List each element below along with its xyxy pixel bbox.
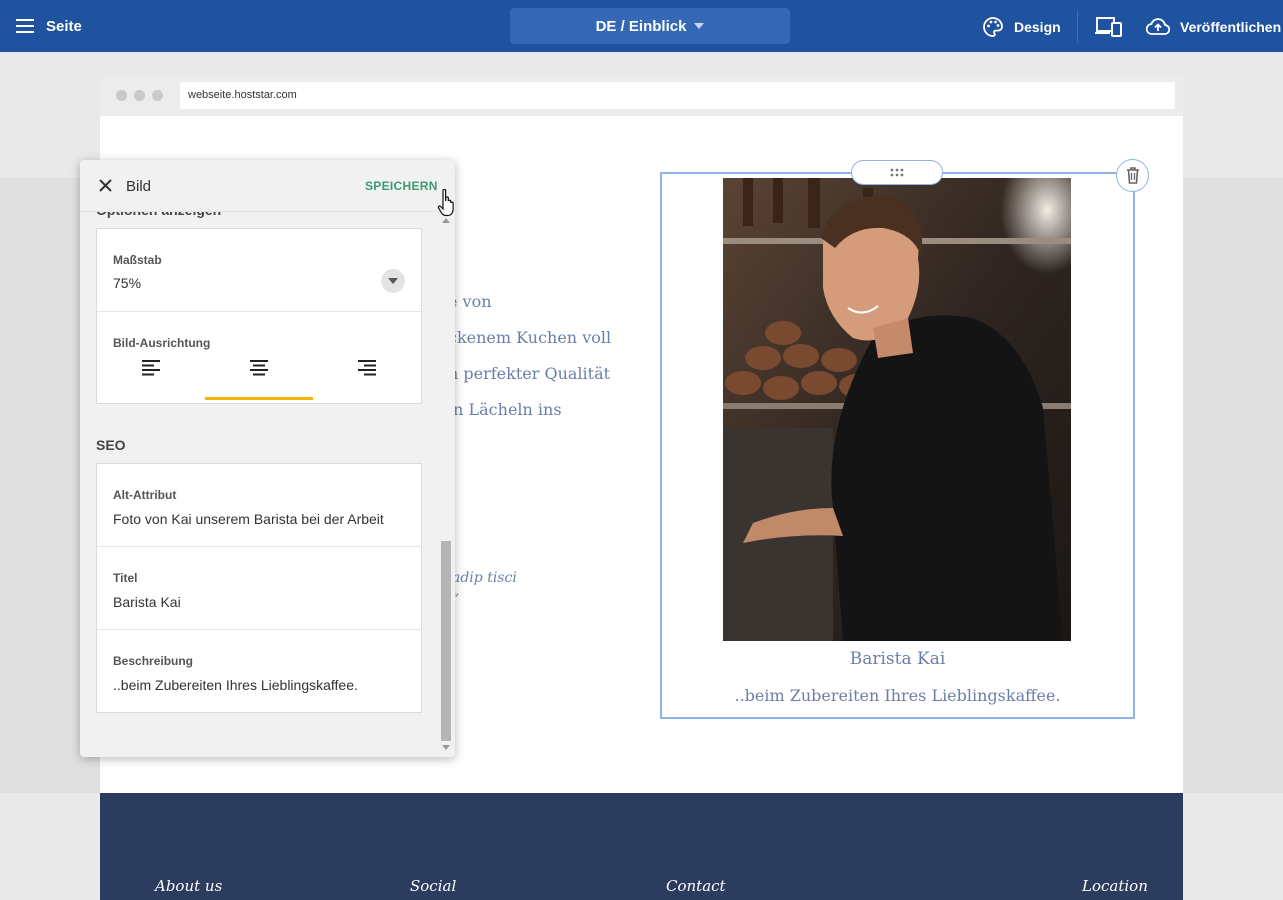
save-button[interactable]: SPEICHERN	[365, 179, 438, 193]
footer-about-heading: About us	[155, 877, 223, 895]
window-dot	[116, 90, 127, 101]
align-right-button[interactable]	[313, 356, 421, 394]
page-select-value: DE / Einblick	[595, 17, 687, 35]
window-dot	[152, 90, 163, 101]
body-text-line: n perfekter Qualität	[448, 364, 611, 383]
window-dot	[134, 90, 145, 101]
design-label: Design	[1014, 19, 1061, 35]
align-left-button[interactable]	[97, 356, 205, 394]
devices-icon	[1095, 17, 1122, 37]
footer-contact-heading: Contact	[666, 877, 726, 895]
device-preview-button[interactable]	[1095, 16, 1123, 38]
scroll-down-arrow[interactable]	[442, 745, 450, 750]
scale-row[interactable]: Maßstab 75%	[97, 229, 421, 312]
footer-social-heading: Social	[410, 877, 457, 895]
publish-label: Veröffentlichen	[1180, 19, 1282, 35]
trash-icon	[1126, 167, 1139, 184]
align-right-icon	[358, 360, 376, 376]
image-caption-title: Barista Kai	[849, 649, 946, 669]
site-footer: About us Social Contact Location	[100, 793, 1183, 900]
block-drag-handle[interactable]	[851, 160, 943, 185]
align-center-button[interactable]	[205, 356, 313, 394]
scroll-up-arrow[interactable]	[442, 218, 450, 223]
publish-button[interactable]: Veröffentlichen	[1146, 14, 1281, 40]
top-toolbar: Seite DE / Einblick Design Veröffentlich…	[0, 0, 1283, 52]
browser-chrome: webseite.hoststar.com	[100, 76, 1183, 116]
body-text-line: ckenem Kuchen voll	[448, 328, 612, 347]
quote-text: adip tisci	[452, 570, 517, 586]
hand-cursor-icon	[437, 188, 454, 217]
toolbar-divider	[1077, 10, 1078, 42]
description-label: Beschreibung	[113, 654, 194, 668]
scale-dropdown-button[interactable]	[381, 269, 405, 293]
alignment-row: Bild-Ausrichtung	[97, 312, 421, 404]
alt-attribute-label: Alt-Attribut	[113, 488, 177, 502]
menu-icon	[16, 19, 34, 33]
align-left-icon	[142, 360, 160, 376]
scale-label: Maßstab	[113, 253, 162, 267]
delete-block-button[interactable]	[1116, 159, 1149, 192]
panel-header: Bild SPEICHERN	[80, 160, 455, 212]
scrollbar-thumb[interactable]	[441, 541, 451, 741]
alt-attribute-value[interactable]: Foto von Kai unserem Barista bei der Arb…	[113, 511, 384, 527]
scale-value: 75%	[113, 275, 142, 291]
seo-card: Alt-Attribut Foto von Kai unserem Barist…	[96, 463, 422, 713]
barista-photo[interactable]	[723, 178, 1071, 641]
body-text-line: in Lächeln ins	[448, 400, 562, 419]
display-options-card: Maßstab 75% Bild-Ausrichtung	[96, 228, 422, 404]
image-settings-panel: Bild SPEICHERN Optionen anzeigen Maßstab…	[80, 160, 455, 757]
url-bar: webseite.hoststar.com	[180, 82, 1175, 109]
description-value[interactable]: ..beim Zubereiten Ihres Lieblingskaffee.	[113, 677, 358, 693]
panel-title: Bild	[126, 178, 152, 195]
footer-location-heading: Location	[1082, 877, 1148, 895]
photo-image	[723, 178, 1071, 641]
close-panel-button[interactable]	[96, 176, 116, 196]
alt-attribute-field[interactable]: Alt-Attribut Foto von Kai unserem Barist…	[97, 464, 421, 547]
chevron-down-icon	[694, 23, 705, 29]
align-center-icon	[250, 360, 268, 376]
title-label: Titel	[113, 571, 138, 585]
description-field[interactable]: Beschreibung ..beim Zubereiten Ihres Lie…	[97, 630, 421, 713]
cloud-upload-icon	[1146, 18, 1170, 35]
title-field[interactable]: Titel Barista Kai	[97, 547, 421, 630]
chevron-down-icon	[388, 278, 398, 284]
drag-dots-icon	[890, 168, 904, 177]
palette-icon	[983, 17, 1003, 37]
seo-heading: SEO	[96, 437, 126, 453]
title-value[interactable]: Barista Kai	[113, 594, 181, 610]
page-menu-button[interactable]: Seite	[16, 14, 96, 38]
alignment-label: Bild-Ausrichtung	[113, 336, 211, 350]
page-language-select[interactable]: DE / Einblick	[510, 8, 790, 44]
design-button[interactable]: Design	[982, 14, 1061, 40]
image-caption-description: ..beim Zubereiten Ihres Lieblingskaffee.	[734, 686, 1061, 705]
page-menu-label: Seite	[46, 17, 82, 35]
alignment-selected-indicator	[205, 397, 313, 400]
close-icon	[99, 179, 112, 192]
